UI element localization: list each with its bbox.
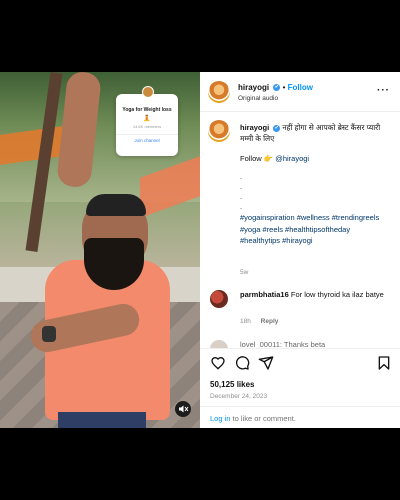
card-divider bbox=[116, 134, 178, 135]
comment-body: parmbhatia16 For low thyroid ka ilaz bat… bbox=[240, 290, 390, 300]
commenter-avatar-partial[interactable] bbox=[210, 340, 228, 348]
person-jeans bbox=[58, 412, 146, 428]
author-line: hirayogi ✔ • Follow bbox=[238, 83, 313, 92]
comment-text: For low thyroid ka ilaz batye bbox=[290, 290, 384, 299]
comment-item-partial: lovel_00011: Thanks beta bbox=[208, 340, 394, 348]
reply-button[interactable]: Reply bbox=[261, 318, 279, 325]
header-separator: • bbox=[282, 83, 286, 92]
comment-time: 18h bbox=[240, 318, 251, 325]
more-options-icon[interactable]: ··· bbox=[377, 85, 390, 96]
commenter-username[interactable]: parmbhatia16 bbox=[240, 290, 289, 299]
bookmark-icon[interactable] bbox=[376, 355, 392, 371]
login-link[interactable]: Log in bbox=[210, 414, 230, 423]
caption-hashtags[interactable]: #yogainspiration #wellness #trendingreel… bbox=[240, 212, 392, 247]
channel-title: Yoga for Weight loss bbox=[122, 107, 172, 113]
caption-dots: . . . . bbox=[240, 172, 243, 211]
caption-author-avatar[interactable] bbox=[208, 120, 230, 142]
caption-follow-text: Follow 👉 bbox=[240, 154, 274, 163]
comment-icon[interactable] bbox=[234, 355, 250, 371]
speaker-muted-icon[interactable] bbox=[175, 401, 191, 417]
login-prompt-text: to like or comment. bbox=[232, 414, 296, 423]
instagram-post-modal: Yoga for Weight loss 🧘 14.6K members Joi… bbox=[0, 72, 400, 428]
wristwatch bbox=[42, 326, 56, 342]
comment-text-partial: lovel_00011: Thanks beta bbox=[240, 340, 326, 348]
login-prompt: Log in to like or comment. bbox=[200, 406, 400, 428]
caption-mention-link[interactable]: @hirayogi bbox=[275, 154, 309, 163]
original-audio-link[interactable]: Original audio bbox=[238, 95, 278, 102]
channel-members: 14.6K members bbox=[132, 124, 162, 129]
verified-badge-icon: ✔ bbox=[273, 84, 281, 92]
channel-invite-card[interactable]: Yoga for Weight loss 🧘 14.6K members Joi… bbox=[116, 94, 178, 156]
post-caption: hirayogi ✔ नहीं होगा से आपको ब्रेस्ट कैं… bbox=[240, 122, 392, 247]
post-header: hirayogi ✔ • Follow Original audio ··· bbox=[200, 72, 400, 112]
author-avatar[interactable] bbox=[208, 81, 230, 103]
follow-button[interactable]: Follow bbox=[288, 83, 313, 92]
channel-avatar bbox=[142, 86, 154, 98]
reel-video[interactable]: Yoga for Weight loss 🧘 14.6K members Joi… bbox=[0, 72, 200, 428]
likes-count[interactable]: 50,125 likes bbox=[210, 380, 254, 389]
person-hair bbox=[86, 194, 146, 216]
share-icon[interactable] bbox=[258, 355, 274, 371]
caption-time-ago: 5w bbox=[240, 269, 249, 276]
post-date: December 24, 2023 bbox=[210, 393, 268, 400]
channel-emoji: 🧘 bbox=[143, 116, 151, 122]
caption-username[interactable]: hirayogi bbox=[240, 123, 269, 132]
action-bar bbox=[200, 348, 400, 376]
author-username[interactable]: hirayogi bbox=[238, 83, 269, 92]
join-channel-button[interactable]: Join channel bbox=[116, 138, 178, 143]
comment-meta: 18h Reply bbox=[240, 318, 278, 325]
caption-verified-badge-icon: ✔ bbox=[273, 124, 281, 132]
commenter-avatar[interactable] bbox=[210, 290, 228, 308]
heart-icon[interactable] bbox=[210, 355, 226, 371]
post-details-panel: hirayogi ✔ • Follow Original audio ··· h… bbox=[200, 72, 400, 428]
